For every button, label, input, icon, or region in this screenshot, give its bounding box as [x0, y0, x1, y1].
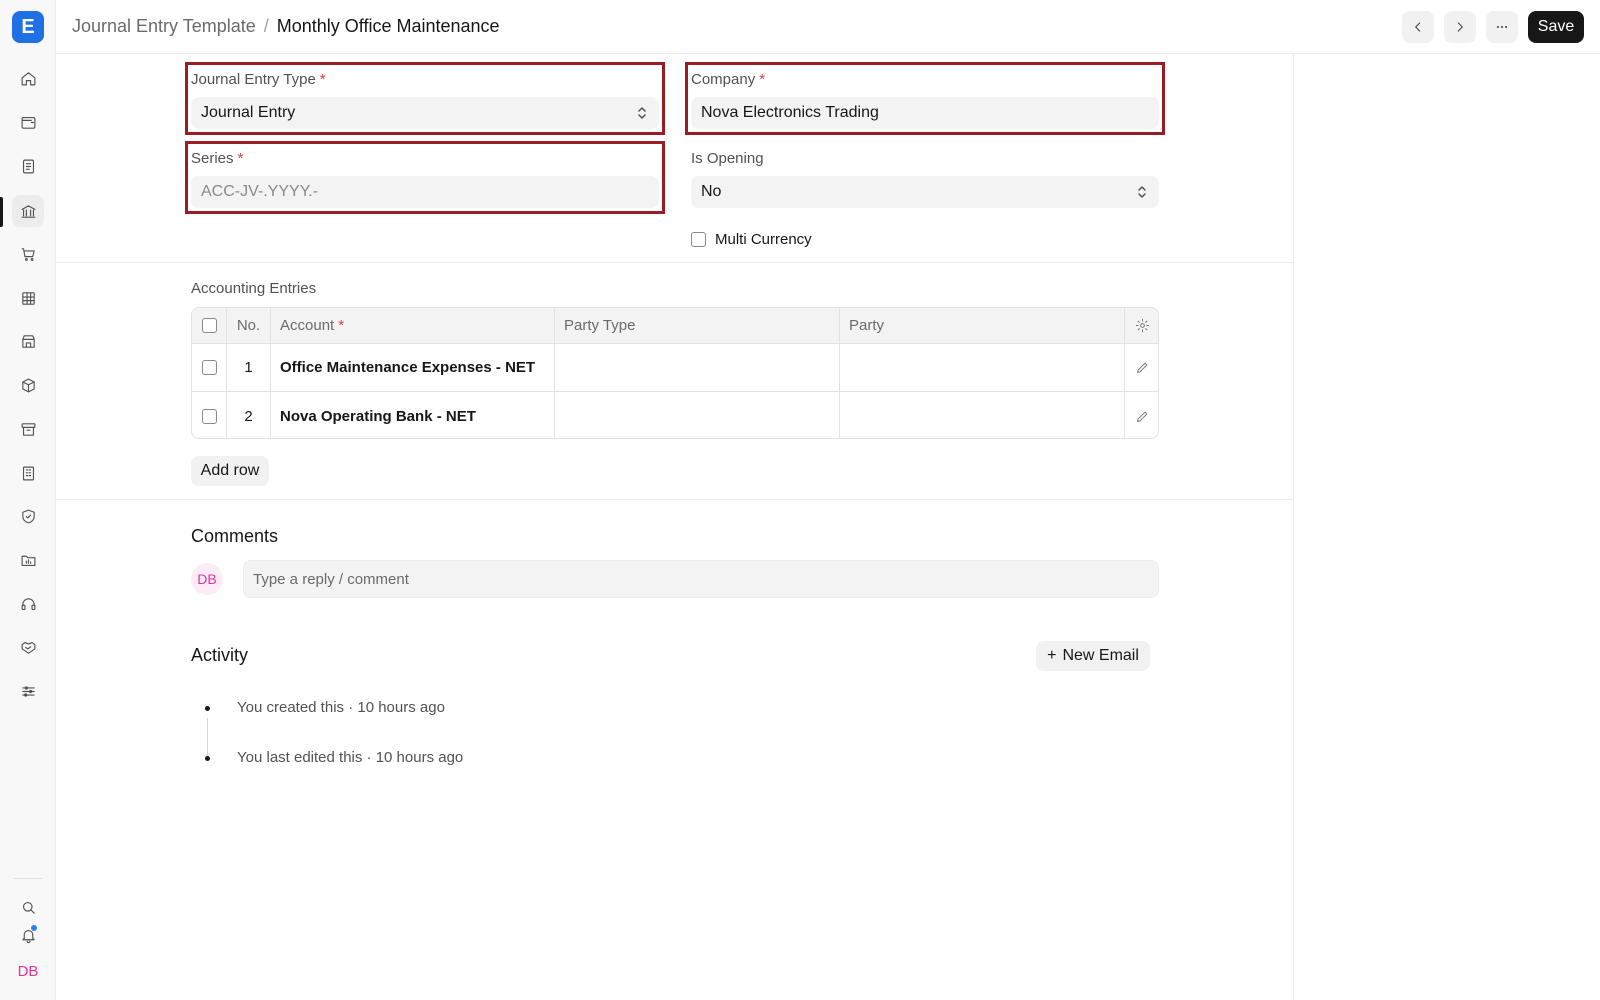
section-divider: [56, 262, 1294, 263]
ellipsis-icon: [1496, 25, 1508, 29]
multi-currency-label: Multi Currency: [715, 231, 812, 248]
headset-icon[interactable]: [12, 588, 44, 620]
breadcrumb-separator: /: [263, 16, 269, 36]
row-party[interactable]: [840, 344, 1125, 391]
column-settings[interactable]: [1125, 308, 1158, 343]
row-edit-button[interactable]: [1125, 344, 1158, 391]
plus-icon: +: [1047, 647, 1057, 664]
row-no: 2: [227, 392, 271, 438]
archive-icon[interactable]: [12, 413, 44, 445]
row-checkbox[interactable]: [201, 408, 217, 424]
wallet-icon[interactable]: [12, 106, 44, 138]
pencil-icon: [1137, 411, 1148, 422]
accounting-entries-table: No. Account * Party Type Party 1 Office M…: [191, 307, 1159, 439]
activity-dot: [205, 706, 210, 711]
activity-dot: [205, 756, 210, 761]
sidebar-divider: [14, 878, 42, 879]
shield-icon[interactable]: [12, 500, 44, 532]
highlight-series: [185, 141, 665, 214]
topbar: Journal Entry Template / Monthly Office …: [56, 0, 1600, 54]
bank-icon[interactable]: [12, 195, 44, 227]
table-header: No. Account * Party Type Party: [192, 308, 1158, 344]
row-party-type[interactable]: [555, 344, 840, 391]
select-arrows-icon: [1137, 185, 1147, 199]
breadcrumb: Journal Entry Template / Monthly Office …: [72, 16, 500, 37]
cart-icon[interactable]: [12, 238, 44, 270]
chevron-right-icon: [1457, 22, 1463, 32]
form-main: Journal Entry Type * Journal Entry Compan…: [56, 54, 1294, 1000]
store-icon[interactable]: [12, 325, 44, 357]
row-select-cell: [192, 392, 227, 438]
page-title: Monthly Office Maintenance: [276, 16, 500, 36]
comment-avatar: DB: [191, 563, 223, 595]
activity-title: Activity: [191, 645, 249, 665]
folder-chart-icon[interactable]: [12, 544, 44, 576]
row-account[interactable]: Nova Operating Bank - NET: [271, 392, 555, 438]
is-opening-label: Is Opening: [691, 150, 764, 167]
multi-currency-checkbox[interactable]: [691, 232, 706, 247]
activity-item: You created this · 10 hours ago: [237, 699, 445, 716]
highlight-company: [685, 62, 1165, 135]
home-icon[interactable]: [12, 62, 44, 94]
next-button[interactable]: [1444, 11, 1476, 43]
document-icon[interactable]: [12, 150, 44, 182]
activity-timeline: [207, 718, 208, 758]
comments-title: Comments: [191, 526, 279, 546]
chevron-left-icon: [1415, 22, 1421, 32]
gear-icon: [1135, 318, 1150, 333]
highlight-journal-entry-type: [185, 62, 665, 135]
active-indicator: [0, 197, 3, 227]
select-all-cell: [192, 308, 227, 343]
select-all-checkbox[interactable]: [201, 318, 217, 333]
bell-icon[interactable]: [12, 919, 44, 951]
row-no: 1: [227, 344, 271, 391]
row-account[interactable]: Office Maintenance Expenses - NET: [271, 344, 555, 391]
user-avatar[interactable]: DB: [12, 955, 44, 987]
box-icon[interactable]: [12, 369, 44, 401]
new-email-button[interactable]: + New Email: [1036, 641, 1150, 671]
row-select-cell: [192, 344, 227, 391]
previous-button[interactable]: [1402, 11, 1434, 43]
breadcrumb-parent[interactable]: Journal Entry Template: [72, 16, 256, 37]
notification-dot: [30, 924, 38, 932]
table-row[interactable]: 1 Office Maintenance Expenses - NET: [192, 344, 1158, 392]
table-row[interactable]: 2 Nova Operating Bank - NET: [192, 392, 1158, 438]
column-party-type: Party Type: [555, 308, 840, 343]
add-row-button[interactable]: Add row: [191, 456, 269, 486]
activity-item: You last edited this · 10 hours ago: [237, 749, 464, 766]
app-logo[interactable]: E: [12, 11, 44, 43]
column-party: Party: [840, 308, 1125, 343]
row-edit-button[interactable]: [1125, 392, 1158, 438]
section-divider: [56, 499, 1294, 500]
handshake-icon[interactable]: [12, 631, 44, 663]
sidebar: E DB: [0, 0, 56, 1000]
building-icon[interactable]: [12, 457, 44, 489]
comment-input[interactable]: Type a reply / comment: [243, 560, 1159, 598]
column-account: Account *: [271, 308, 555, 343]
row-party-type[interactable]: [555, 392, 840, 438]
sliders-icon[interactable]: [12, 675, 44, 707]
is-opening-select[interactable]: No: [691, 176, 1159, 208]
more-actions-button[interactable]: [1486, 11, 1518, 43]
column-no: No.: [227, 308, 271, 343]
save-button[interactable]: Save: [1528, 11, 1584, 43]
row-checkbox[interactable]: [201, 360, 217, 375]
accounting-entries-title: Accounting Entries: [191, 280, 317, 297]
pencil-icon: [1137, 362, 1148, 373]
row-party[interactable]: [840, 392, 1125, 438]
table-icon[interactable]: [12, 282, 44, 314]
